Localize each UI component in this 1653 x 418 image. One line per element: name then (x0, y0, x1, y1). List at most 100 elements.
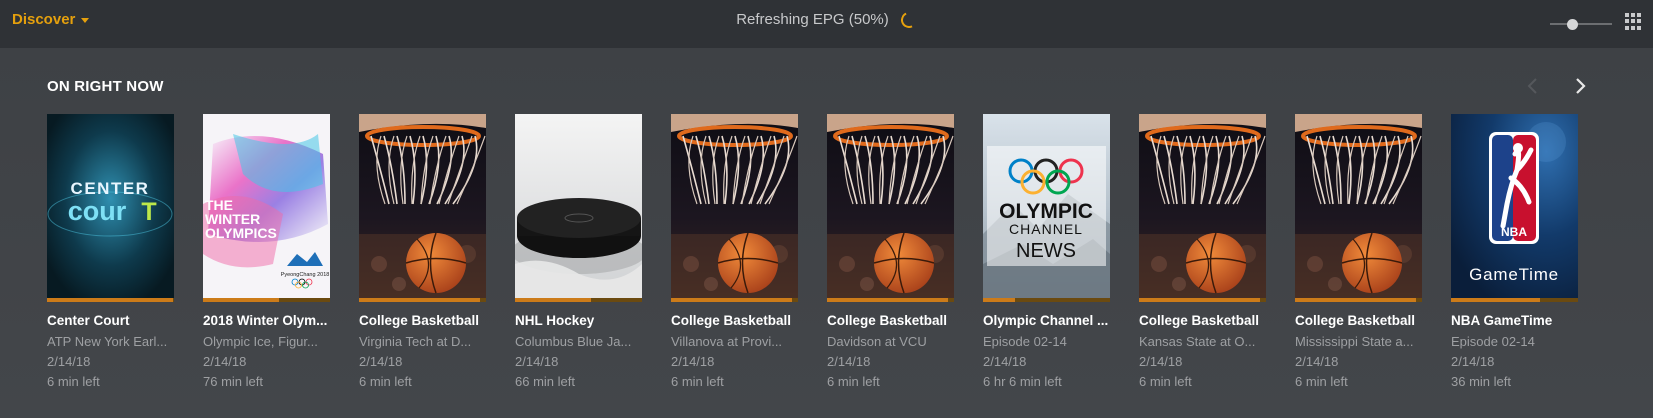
slider-track (1550, 23, 1612, 25)
program-poster[interactable]: THE WINTER OLYMPICS PyeongChang 2018 (203, 114, 330, 302)
program-subtitle: Davidson at VCU (827, 334, 927, 349)
program-date: 2/14/18 (1451, 354, 1495, 369)
progress-bar (983, 298, 1110, 302)
section-title: ON RIGHT NOW (47, 78, 164, 95)
poster-text: NBA (1501, 225, 1527, 239)
program-card[interactable]: College Basketball Virginia Tech at D...… (359, 114, 486, 389)
program-title[interactable]: NBA GameTime (1451, 313, 1578, 328)
progress-fill (1451, 298, 1540, 302)
program-card[interactable]: CENTER cour T Center Court ATP New York … (47, 114, 174, 389)
poster-text: OLYMPIC (999, 200, 1093, 223)
time-left: 66 min left (515, 374, 575, 389)
program-title[interactable]: Center Court (47, 313, 174, 328)
time-left: 6 min left (359, 374, 412, 389)
time-left: 6 min left (827, 374, 880, 389)
program-card[interactable]: THE WINTER OLYMPICS PyeongChang 2018 201… (203, 114, 330, 389)
program-card[interactable]: NHL Hockey Columbus Blue Ja... 2/14/18 6… (515, 114, 642, 389)
loading-spinner-icon (898, 9, 920, 30)
program-poster[interactable] (515, 114, 642, 302)
program-subtitle: Mississippi State a... (1295, 334, 1414, 349)
top-bar: Discover Refreshing EPG (50%) (0, 0, 1653, 48)
program-date: 2/14/18 (515, 354, 559, 369)
program-poster[interactable] (1139, 114, 1266, 302)
program-poster[interactable]: CENTER cour T (47, 114, 174, 302)
time-left: 6 hr 6 min left (983, 374, 1062, 389)
grid-icon[interactable] (1625, 13, 1642, 30)
progress-fill (671, 298, 792, 302)
poster-text: T (141, 198, 156, 226)
program-card[interactable]: NBA GameTime NBA GameTime Episode 02-14 … (1451, 114, 1578, 389)
poster-text: GameTime (1469, 265, 1559, 284)
program-subtitle: Episode 02-14 (983, 334, 1067, 349)
poster-text: NEWS (1016, 240, 1076, 262)
time-left: 6 min left (1139, 374, 1192, 389)
progress-bar (1451, 298, 1578, 302)
program-date: 2/14/18 (1139, 354, 1183, 369)
program-poster[interactable] (359, 114, 486, 302)
progress-bar (827, 298, 954, 302)
program-card[interactable]: College Basketball Mississippi State a..… (1295, 114, 1422, 389)
program-title[interactable]: College Basketball (1295, 313, 1422, 328)
program-date: 2/14/18 (203, 354, 247, 369)
program-title[interactable]: College Basketball (827, 313, 954, 328)
program-subtitle: ATP New York Earl... (47, 334, 168, 349)
progress-bar (1295, 298, 1422, 302)
program-title[interactable]: College Basketball (1139, 313, 1266, 328)
program-date: 2/14/18 (359, 354, 403, 369)
progress-bar (359, 298, 486, 302)
progress-bar (47, 298, 174, 302)
program-card[interactable]: College Basketball Kansas State at O... … (1139, 114, 1266, 389)
time-left: 6 min left (1295, 374, 1348, 389)
status-area: Refreshing EPG (50%) (0, 9, 1653, 30)
poster-text: cour (68, 196, 127, 226)
progress-bar (515, 298, 642, 302)
time-left: 76 min left (203, 374, 263, 389)
program-poster[interactable]: NBA GameTime (1451, 114, 1578, 302)
program-subtitle: Kansas State at O... (1139, 334, 1256, 349)
program-poster[interactable] (671, 114, 798, 302)
program-subtitle: Episode 02-14 (1451, 334, 1535, 349)
program-card[interactable]: College Basketball Villanova at Provi...… (671, 114, 798, 389)
program-date: 2/14/18 (671, 354, 715, 369)
status-text: Refreshing EPG (50%) (736, 11, 889, 28)
program-date: 2/14/18 (827, 354, 871, 369)
chevron-right-icon[interactable] (1568, 74, 1592, 98)
program-subtitle: Columbus Blue Ja... (515, 334, 632, 349)
program-title[interactable]: 2018 Winter Olym... (203, 313, 330, 328)
program-card[interactable]: College Basketball Davidson at VCU 2/14/… (827, 114, 954, 389)
progress-bar (671, 298, 798, 302)
poster-text: OLYMPICS (205, 225, 277, 241)
chevron-left-icon[interactable] (1521, 74, 1545, 98)
poster-text: PyeongChang 2018 (281, 272, 330, 278)
program-title[interactable]: NHL Hockey (515, 313, 642, 328)
time-left: 36 min left (1451, 374, 1511, 389)
program-subtitle: Olympic Ice, Figur... (203, 334, 318, 349)
progress-fill (515, 298, 591, 302)
progress-fill (359, 298, 480, 302)
program-poster[interactable] (1295, 114, 1422, 302)
program-title[interactable]: College Basketball (671, 313, 798, 328)
program-poster[interactable]: OLYMPIC CHANNEL NEWS (983, 114, 1110, 302)
progress-bar (203, 298, 330, 302)
program-card[interactable]: OLYMPIC CHANNEL NEWS Olympic Channel ...… (983, 114, 1110, 389)
progress-fill (1139, 298, 1260, 302)
slider-thumb[interactable] (1566, 19, 1578, 30)
progress-fill (983, 298, 1015, 302)
poster-size-slider[interactable] (1550, 19, 1612, 30)
progress-bar (1139, 298, 1266, 302)
poster-text: CHANNEL (1009, 221, 1083, 237)
time-left: 6 min left (671, 374, 724, 389)
program-title[interactable]: Olympic Channel ... (983, 313, 1110, 328)
progress-fill (47, 298, 173, 302)
program-subtitle: Villanova at Provi... (671, 334, 783, 349)
progress-fill (203, 298, 279, 302)
program-subtitle: Virginia Tech at D... (359, 334, 472, 349)
program-date: 2/14/18 (47, 354, 91, 369)
progress-fill (827, 298, 948, 302)
program-poster[interactable] (827, 114, 954, 302)
program-title[interactable]: College Basketball (359, 313, 486, 328)
time-left: 6 min left (47, 374, 100, 389)
progress-fill (1295, 298, 1416, 302)
program-date: 2/14/18 (1295, 354, 1339, 369)
discover-content: ON RIGHT NOW CENTER cour T Center Court … (0, 48, 1653, 418)
